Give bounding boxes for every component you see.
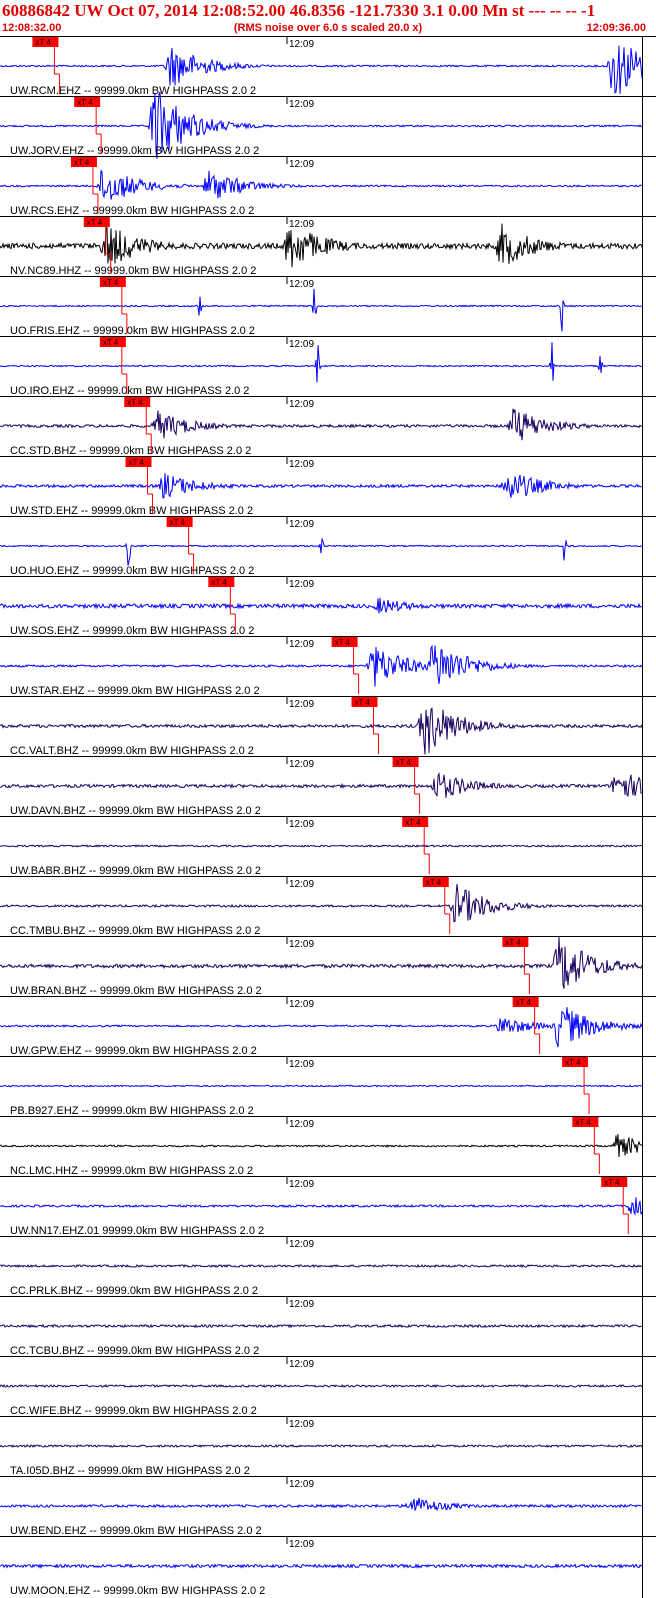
trace-label: CC.STD.BHZ -- 99999.0km BW HIGHPASS 2.0 … bbox=[10, 445, 251, 457]
trace-label: NV.NC89.HHZ -- 99999.0km BW HIGHPASS 2.0… bbox=[10, 265, 256, 277]
time-tick-label: 12:09 bbox=[289, 579, 314, 590]
waveform-trace bbox=[0, 771, 643, 798]
pick-marker-label: xT 4 bbox=[516, 998, 532, 1007]
time-tick-label: 12:09 bbox=[289, 339, 314, 350]
waveform-trace bbox=[0, 1497, 643, 1512]
seismogram-plot: 12:09 UW.RCM.EHZ -- 99999.0km BW HIGHPASS… bbox=[0, 36, 656, 1598]
time-tick-label: 12:09 bbox=[289, 1059, 314, 1070]
time-tick-label: 12:09 bbox=[289, 1179, 314, 1190]
time-tick-label: 12:09 bbox=[289, 1299, 314, 1310]
pick-marker-label: xT 4 bbox=[575, 1118, 591, 1127]
waveform-trace bbox=[0, 844, 643, 848]
trace-label: UW.RCS.EHZ -- 99999.0km BW HIGHPASS 2.0 … bbox=[10, 205, 254, 217]
time-tick-label: 12:09 bbox=[289, 99, 314, 110]
time-tick-label: 12:09 bbox=[289, 159, 314, 170]
waveform-trace bbox=[0, 169, 643, 200]
time-tick-label: 12:09 bbox=[289, 519, 314, 530]
time-tick-label: 12:09 bbox=[289, 639, 314, 650]
waveform-trace bbox=[0, 597, 642, 614]
trace-label: UW.BABR.BHZ -- 99999.0km BW HIGHPASS 2.0… bbox=[10, 865, 261, 877]
time-tick-label: 12:09 bbox=[289, 219, 314, 230]
pick-marker-label: xT 4 bbox=[74, 158, 90, 167]
pick-marker-label: xT 4 bbox=[77, 98, 93, 107]
trace-label: CC.PRLK.BHZ -- 99999.0km BW HIGHPASS 2.0… bbox=[10, 1285, 258, 1297]
time-tick-label: 12:09 bbox=[289, 939, 314, 950]
trace-label: UW.BRAN.BHZ -- 99999.0km BW HIGHPASS 2.0… bbox=[10, 985, 262, 997]
waveform-trace bbox=[0, 1383, 643, 1389]
trace-label: UW.STAR.EHZ -- 99999.0km BW HIGHPASS 2.0… bbox=[10, 685, 260, 697]
pick-marker-label: xT 4 bbox=[505, 938, 521, 947]
time-tick-label: 12:09 bbox=[289, 1239, 314, 1250]
trace-label: NC.LMC.HHZ -- 99999.0km BW HIGHPASS 2.0 … bbox=[10, 1165, 253, 1177]
trace-label: UW.NN17.EHZ.01 99999.0km BW HIGHPASS 2.0… bbox=[10, 1225, 264, 1237]
time-tick-label: 12:09 bbox=[289, 1539, 314, 1550]
trace-label: UW.MOON.EHZ -- 99999.0km BW HIGHPASS 2.0… bbox=[10, 1585, 265, 1597]
time-tick-label: 12:09 bbox=[289, 699, 314, 710]
time-tick-label: 12:09 bbox=[289, 1419, 314, 1430]
time-tick-label: 12:09 bbox=[289, 1359, 314, 1370]
waveform-trace bbox=[0, 1197, 643, 1216]
trace-label: CC.VALT.BHZ -- 99999.0km BW HIGHPASS 2.0… bbox=[10, 745, 254, 757]
waveform-trace bbox=[0, 537, 643, 566]
pick-marker-label: xT 4 bbox=[127, 398, 143, 407]
pick-marker-label: xT 4 bbox=[103, 338, 119, 347]
pick-marker-label: xT 4 bbox=[335, 638, 351, 647]
waveform-trace bbox=[0, 408, 643, 441]
waveform-trace bbox=[0, 1263, 643, 1269]
pick-marker-label: xT 4 bbox=[405, 818, 421, 827]
time-tick-label: 12:09 bbox=[289, 879, 314, 890]
waveform-trace bbox=[0, 1134, 643, 1158]
time-tick-label: 12:09 bbox=[289, 279, 314, 290]
trace-label: CC.TCBU.BHZ -- 99999.0km BW HIGHPASS 2.0… bbox=[10, 1345, 259, 1357]
trace-label: UW.STD.EHZ -- 99999.0km BW HIGHPASS 2.0 … bbox=[10, 505, 253, 517]
trace-label: UW.BEND.EHZ -- 99999.0km BW HIGHPASS 2.0… bbox=[10, 1525, 262, 1537]
trace-label: PB.B927.EHZ -- 99999.0km BW HIGHPASS 2.0… bbox=[10, 1105, 254, 1117]
time-tick-label: 12:09 bbox=[289, 399, 314, 410]
pick-marker-label: xT 4 bbox=[35, 38, 51, 47]
pick-marker-label: xT 4 bbox=[87, 218, 103, 227]
waveform-trace bbox=[0, 1084, 643, 1088]
waveform-trace bbox=[0, 473, 643, 499]
trace-label: UW.SOS.EHZ -- 99999.0km BW HIGHPASS 2.0 … bbox=[10, 625, 254, 637]
pick-marker-label: xT 4 bbox=[604, 1178, 620, 1187]
trace-label: UW.RCM.EHZ -- 99999.0km BW HIGHPASS 2.0 … bbox=[10, 85, 256, 97]
pick-marker-label: xT 4 bbox=[211, 578, 227, 587]
pick-marker-label: xT 4 bbox=[426, 878, 442, 887]
trace-label: UW.GPW.EHZ -- 99999.0km BW HIGHPASS 2.0 … bbox=[10, 1045, 257, 1057]
waveform-trace bbox=[0, 1444, 643, 1448]
waveform-trace bbox=[0, 883, 643, 923]
pick-marker-label: xT 4 bbox=[103, 278, 119, 287]
trace-label: UW.JORV.EHZ -- 99999.0km BW HIGHPASS 2.0… bbox=[10, 145, 259, 157]
trace-label: UW.DAVN.BHZ -- 99999.0km BW HIGHPASS 2.0… bbox=[10, 805, 261, 817]
pick-marker-label: xT 4 bbox=[396, 758, 412, 767]
time-tick-label: 12:09 bbox=[289, 819, 314, 830]
waveform-trace bbox=[0, 937, 643, 989]
waveform-trace bbox=[0, 223, 643, 268]
waveform-trace bbox=[0, 1323, 643, 1329]
trace-label: UO.IRO.EHZ -- 99999.0km BW HIGHPASS 2.0 … bbox=[10, 385, 249, 397]
trace-label: UO.HUO.EHZ -- 99999.0km BW HIGHPASS 2.0 … bbox=[10, 565, 254, 577]
waveform-trace bbox=[0, 1007, 643, 1048]
trace-label: CC.TMBU.BHZ -- 99999.0km BW HIGHPASS 2.0… bbox=[10, 925, 260, 937]
time-tick-label: 12:09 bbox=[289, 1119, 314, 1130]
pick-marker-label: xT 4 bbox=[354, 698, 370, 707]
time-tick-label: 12:09 bbox=[289, 759, 314, 770]
time-tick-label: 12:09 bbox=[289, 999, 314, 1010]
pick-marker-label: xT 4 bbox=[129, 458, 145, 467]
trace-label: UO.FRIS.EHZ -- 99999.0km BW HIGHPASS 2.0… bbox=[10, 325, 255, 337]
waveform-trace bbox=[0, 1563, 643, 1569]
waveform-trace bbox=[0, 342, 643, 383]
waveform-trace bbox=[0, 644, 643, 687]
time-tick-label: 12:09 bbox=[289, 459, 314, 470]
time-tick-label: 12:09 bbox=[289, 1479, 314, 1490]
time-tick-label: 12:09 bbox=[289, 39, 314, 50]
pick-marker-label: xT 4 bbox=[565, 1058, 581, 1067]
pick-marker-label: xT 4 bbox=[170, 518, 186, 527]
trace-label: TA.I05D.BHZ -- 99999.0km BW HIGHPASS 2.0… bbox=[10, 1465, 250, 1477]
trace-label: CC.WIFE.BHZ -- 99999.0km BW HIGHPASS 2.0… bbox=[10, 1405, 257, 1417]
